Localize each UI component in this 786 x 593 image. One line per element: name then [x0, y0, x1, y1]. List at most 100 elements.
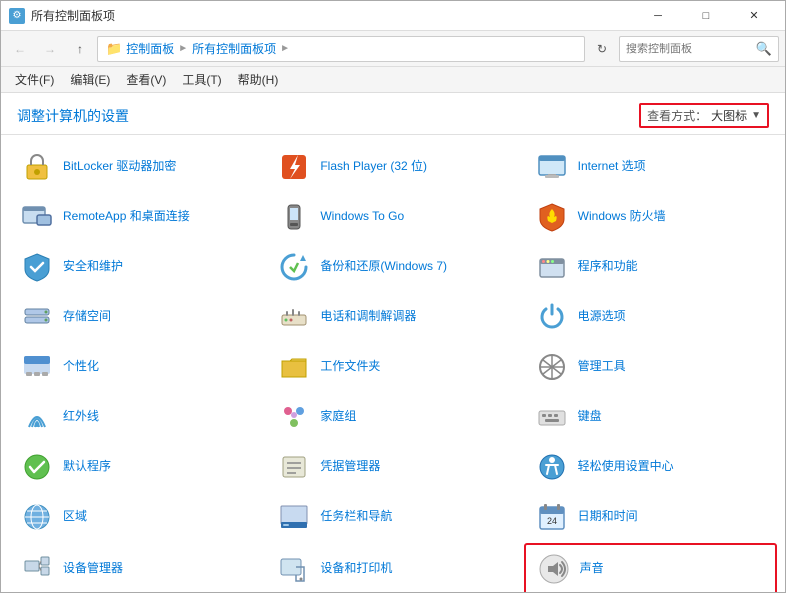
- keyboard-icon: [534, 399, 570, 435]
- grid-item-power[interactable]: 电源选项: [524, 293, 777, 341]
- personalize-label: 个性化: [63, 359, 99, 375]
- menu-file[interactable]: 文件(F): [7, 67, 62, 93]
- grid-item-sound[interactable]: 声音: [524, 543, 777, 592]
- grid-item-backup[interactable]: 备份和还原(Windows 7): [266, 243, 519, 291]
- programs-icon: [534, 249, 570, 285]
- grid-item-wintogo[interactable]: Windows To Go: [266, 193, 519, 241]
- flash-label: Flash Player (32 位): [320, 159, 427, 175]
- app-icon: ⚙: [9, 8, 25, 24]
- minimize-button[interactable]: ─: [635, 1, 681, 31]
- grid-item-region[interactable]: 区域: [9, 493, 262, 541]
- flash-icon: [276, 149, 312, 185]
- grid-item-devices[interactable]: 设备和打印机: [266, 543, 519, 592]
- devices-icon: [276, 551, 312, 587]
- window-title: 所有控制面板项: [31, 7, 115, 24]
- homegroup-label: 家庭组: [320, 409, 356, 425]
- grid-item-security[interactable]: 安全和维护: [9, 243, 262, 291]
- maximize-button[interactable]: □: [683, 1, 729, 31]
- storage-icon: [19, 299, 55, 335]
- view-selector[interactable]: 查看方式： 大图标 ▼: [639, 103, 769, 128]
- back-button[interactable]: ←: [7, 36, 33, 62]
- grid-item-default[interactable]: 默认程序: [9, 443, 262, 491]
- page-title: 调整计算机的设置: [17, 106, 129, 126]
- menu-bar: 文件(F) 编辑(E) 查看(V) 工具(T) 帮助(H): [1, 67, 785, 93]
- grid-item-storage[interactable]: 存储空间: [9, 293, 262, 341]
- admin-icon: [534, 349, 570, 385]
- breadcrumb-root[interactable]: 控制面板: [126, 40, 174, 57]
- grid-item-remoteapp[interactable]: RemoteApp 和桌面连接: [9, 193, 262, 241]
- menu-view[interactable]: 查看(V): [118, 67, 174, 93]
- firewall-label: Windows 防火墙: [578, 209, 666, 225]
- wintogo-label: Windows To Go: [320, 209, 404, 225]
- datetime-icon: 24: [534, 499, 570, 535]
- forward-button[interactable]: →: [37, 36, 63, 62]
- easeofaccess-label: 轻松使用设置中心: [578, 459, 674, 475]
- items-container: BitLocker 驱动器加密 Flash Player (32 位) Intern…: [1, 135, 785, 592]
- datetime-label: 日期和时间: [578, 509, 638, 525]
- programs-label: 程序和功能: [578, 259, 638, 275]
- modem-label: 电话和调制解调器: [320, 309, 416, 325]
- storage-label: 存储空间: [63, 309, 111, 325]
- up-button[interactable]: ↑: [67, 36, 93, 62]
- grid-item-infrared[interactable]: 红外线: [9, 393, 262, 441]
- security-label: 安全和维护: [63, 259, 123, 275]
- devmgr-icon: [19, 551, 55, 587]
- region-label: 区域: [63, 509, 87, 525]
- power-label: 电源选项: [578, 309, 626, 325]
- nav-bar: ← → ↑ 📁 控制面板 ► 所有控制面板项 ► ↻ 🔍: [1, 31, 785, 67]
- security-icon: [19, 249, 55, 285]
- refresh-button[interactable]: ↻: [589, 36, 615, 62]
- grid-item-datetime[interactable]: 24 日期和时间: [524, 493, 777, 541]
- title-bar: ⚙ 所有控制面板项 ─ □ ✕: [1, 1, 785, 31]
- homegroup-icon: [276, 399, 312, 435]
- main-window: ⚙ 所有控制面板项 ─ □ ✕ ← → ↑ 📁 控制面板 ► 所有控制面板项 ►…: [0, 0, 786, 593]
- items-grid: BitLocker 驱动器加密 Flash Player (32 位) Intern…: [9, 143, 777, 592]
- grid-item-easeofaccess[interactable]: 轻松使用设置中心: [524, 443, 777, 491]
- title-bar-left: ⚙ 所有控制面板项: [9, 7, 115, 24]
- view-label: 查看方式：: [647, 107, 707, 124]
- grid-item-firewall[interactable]: Windows 防火墙: [524, 193, 777, 241]
- view-value: 大图标: [711, 107, 747, 124]
- grid-item-modem[interactable]: 电话和调制解调器: [266, 293, 519, 341]
- window-controls: ─ □ ✕: [635, 1, 777, 31]
- infrared-icon: [19, 399, 55, 435]
- grid-item-admin[interactable]: 管理工具: [524, 343, 777, 391]
- default-icon: [19, 449, 55, 485]
- taskbar-label: 任务栏和导航: [320, 509, 392, 525]
- easeofaccess-icon: [534, 449, 570, 485]
- grid-item-programs[interactable]: 程序和功能: [524, 243, 777, 291]
- workfiles-label: 工作文件夹: [320, 359, 380, 375]
- content-area: 调整计算机的设置 查看方式： 大图标 ▼ BitLocker 驱动器加密 Flas…: [1, 93, 785, 592]
- grid-item-keyboard[interactable]: 键盘: [524, 393, 777, 441]
- menu-help[interactable]: 帮助(H): [230, 67, 287, 93]
- workfiles-icon: [276, 349, 312, 385]
- wintogo-icon: [276, 199, 312, 235]
- grid-item-internet[interactable]: Internet 选项: [524, 143, 777, 191]
- close-button[interactable]: ✕: [731, 1, 777, 31]
- grid-item-credentials[interactable]: 凭据管理器: [266, 443, 519, 491]
- grid-item-personalize[interactable]: 个性化: [9, 343, 262, 391]
- breadcrumb-end-sep: ►: [280, 43, 290, 54]
- search-input[interactable]: [626, 43, 752, 55]
- keyboard-label: 键盘: [578, 409, 602, 425]
- search-bar[interactable]: 🔍: [619, 36, 779, 62]
- grid-item-bitlocker[interactable]: BitLocker 驱动器加密: [9, 143, 262, 191]
- internet-label: Internet 选项: [578, 159, 646, 175]
- view-arrow-icon: ▼: [751, 110, 761, 121]
- menu-edit[interactable]: 编辑(E): [62, 67, 118, 93]
- grid-item-flash[interactable]: Flash Player (32 位): [266, 143, 519, 191]
- remoteapp-label: RemoteApp 和桌面连接: [63, 209, 190, 225]
- credentials-label: 凭据管理器: [320, 459, 380, 475]
- remoteapp-icon: [19, 199, 55, 235]
- breadcrumb-current[interactable]: 所有控制面板项: [192, 40, 276, 57]
- grid-item-homegroup[interactable]: 家庭组: [266, 393, 519, 441]
- menu-tools[interactable]: 工具(T): [174, 67, 229, 93]
- grid-item-workfiles[interactable]: 工作文件夹: [266, 343, 519, 391]
- grid-item-devmgr[interactable]: 设备管理器: [9, 543, 262, 592]
- default-label: 默认程序: [63, 459, 111, 475]
- personalize-icon: [19, 349, 55, 385]
- content-header: 调整计算机的设置 查看方式： 大图标 ▼: [1, 93, 785, 135]
- firewall-icon: [534, 199, 570, 235]
- grid-item-taskbar[interactable]: 任务栏和导航: [266, 493, 519, 541]
- breadcrumb-sep: ►: [178, 43, 188, 54]
